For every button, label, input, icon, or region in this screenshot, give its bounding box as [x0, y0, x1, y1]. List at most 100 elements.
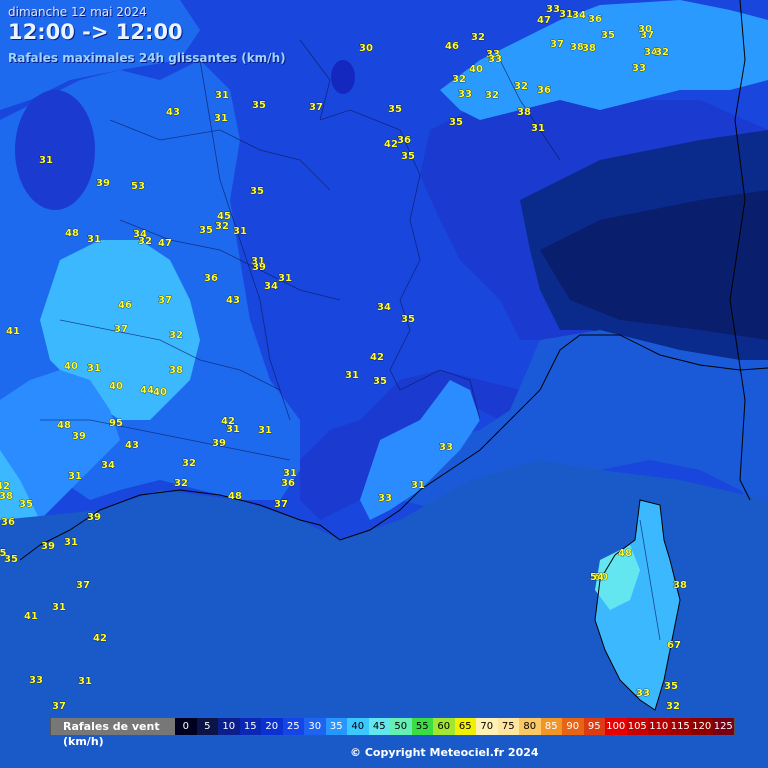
station-gust-value: 38	[0, 491, 13, 502]
legend-swatch: 115	[669, 718, 691, 735]
station-gust-value: 38	[517, 107, 531, 118]
station-gust-value: 31	[87, 234, 101, 245]
station-gust-value: 32	[452, 74, 466, 85]
station-gust-value: 48	[618, 548, 632, 559]
color-scale-legend: Rafales de vent (km/h) 0 5 10 15 20 25 30 35 40 4…	[50, 717, 735, 748]
legend-swatch: 60	[433, 718, 455, 735]
station-gust-value: 32	[655, 47, 669, 58]
station-gust-value: 41	[6, 326, 20, 337]
station-gust-value: 41	[24, 611, 38, 622]
legend-swatch: 90	[562, 718, 584, 735]
station-gust-value: 32	[182, 458, 196, 469]
station-gust-value: 30	[359, 43, 373, 54]
station-gust-value: 35	[19, 499, 33, 510]
legend-swatch: 85	[540, 718, 562, 735]
station-gust-value: 42	[370, 352, 384, 363]
station-gust-value: 46	[445, 41, 459, 52]
station-gust-value: 48	[65, 228, 79, 239]
station-gust-value: 40	[469, 64, 483, 75]
station-gust-value: 31	[52, 602, 66, 613]
station-gust-value: 31	[559, 9, 573, 20]
station-gust-value: 46	[118, 300, 132, 311]
station-gust-value: 32	[485, 90, 499, 101]
legend-swatch: 120	[691, 718, 713, 735]
station-gust-value: 33	[636, 688, 650, 699]
station-gust-value: 54	[590, 572, 604, 583]
station-gust-value: 32	[666, 701, 680, 712]
station-gust-value: 34	[377, 302, 391, 313]
legend-swatch: 80	[519, 718, 541, 735]
station-gust-value: 31	[278, 273, 292, 284]
legend-swatch: 30	[304, 718, 326, 735]
station-gust-value: 35	[199, 225, 213, 236]
station-gust-value: 31	[78, 676, 92, 687]
station-gust-value: 67	[667, 640, 681, 651]
station-gust-value: 32	[215, 221, 229, 232]
station-gust-value: 32	[169, 330, 183, 341]
station-gust-value: 33	[439, 442, 453, 453]
station-gust-value: 33	[632, 63, 646, 74]
station-gust-value: 36	[204, 273, 218, 284]
station-gust-value: 35	[252, 100, 266, 111]
station-gust-value: 35	[601, 30, 615, 41]
station-gust-value: 43	[226, 295, 240, 306]
station-gust-value: 31	[531, 123, 545, 134]
station-gust-value: 37	[158, 295, 172, 306]
station-gust-value: 39	[212, 438, 226, 449]
station-gust-value: 31	[64, 537, 78, 548]
station-gust-value: 31	[233, 226, 247, 237]
station-gust-value: 34	[572, 10, 586, 21]
station-gust-value: 36	[588, 14, 602, 25]
station-gust-value: 42	[0, 481, 10, 492]
legend-title: Rafales de vent (km/h)	[63, 720, 160, 748]
legend-swatch: 110	[648, 718, 670, 735]
station-gust-value: 33	[29, 675, 43, 686]
station-gust-value: 31	[345, 370, 359, 381]
station-gust-value: 48	[57, 420, 71, 431]
legend-swatch: 25	[282, 718, 304, 735]
legend-swatch: 65	[454, 718, 476, 735]
station-gust-value: 42	[384, 139, 398, 150]
station-gust-value: 42	[221, 416, 235, 427]
legend-swatch: 95	[583, 718, 605, 735]
station-gust-value: 36	[1, 517, 15, 528]
legend-swatch: 10	[218, 718, 240, 735]
station-gust-value: 31	[411, 480, 425, 491]
station-gust-value: 33	[378, 493, 392, 504]
station-gust-value: 32	[174, 478, 188, 489]
station-gust-value: 5	[0, 548, 7, 559]
map-variable-title: Rafales maximales 24h glissantes (km/h)	[8, 51, 286, 65]
station-gust-value: 39	[41, 541, 55, 552]
station-gust-value: 39	[72, 431, 86, 442]
station-gust-value: 48	[228, 491, 242, 502]
station-gust-value: 31	[258, 425, 272, 436]
station-gust-value: 32	[514, 81, 528, 92]
station-gust-value: 35	[373, 376, 387, 387]
station-gust-value: 42	[93, 633, 107, 644]
station-gust-value: 37	[114, 324, 128, 335]
map-time-range: 12:00 -> 12:00	[8, 20, 183, 44]
station-gust-value: 36	[281, 478, 295, 489]
station-gust-value: 33	[458, 89, 472, 100]
legend-swatch: 45	[368, 718, 390, 735]
station-gust-value: 35	[250, 186, 264, 197]
station-gust-value: 35	[664, 681, 678, 692]
station-gust-value: 53	[131, 181, 145, 192]
station-gust-value: 31	[39, 155, 53, 166]
station-gust-value: 38	[169, 365, 183, 376]
station-gust-value: 34	[264, 281, 278, 292]
station-gust-value: 95	[109, 418, 123, 429]
station-gust-value: 36	[397, 135, 411, 146]
station-gust-value: 43	[166, 107, 180, 118]
legend-swatch: 15	[239, 718, 261, 735]
legend-swatch: 5	[196, 718, 218, 735]
station-gust-value: 39	[96, 178, 110, 189]
legend-swatch: 0	[175, 718, 197, 735]
station-gust-value: 34	[101, 460, 115, 471]
station-gust-value: 35	[401, 314, 415, 325]
legend-swatch: 75	[497, 718, 519, 735]
map-date: dimanche 12 mai 2024	[8, 5, 147, 19]
legend-swatch: 35	[325, 718, 347, 735]
station-gust-value: 31	[68, 471, 82, 482]
station-gust-value: 47	[158, 238, 172, 249]
